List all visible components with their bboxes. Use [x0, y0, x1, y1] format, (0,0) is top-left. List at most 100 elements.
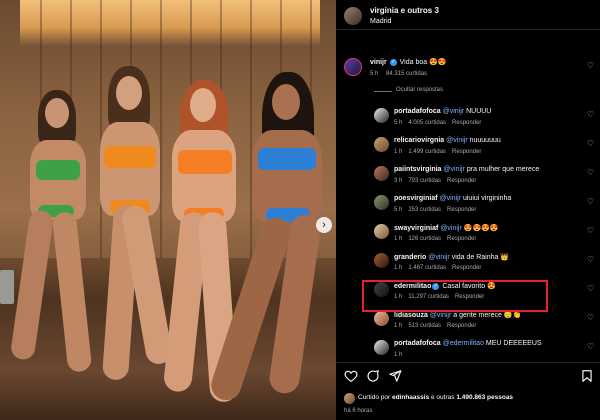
comment-meta: 3 h 793 curtidas Responder — [394, 178, 482, 184]
comment-user[interactable]: portadafofoca — [394, 340, 441, 347]
comment-user[interactable]: granderio — [394, 254, 426, 261]
comment-meta: 5 h 253 curtidas Responder — [394, 207, 482, 213]
comment-likes[interactable]: 793 curtidas — [408, 178, 441, 184]
heart-icon[interactable] — [344, 369, 358, 383]
share-icon[interactable] — [388, 369, 402, 383]
next-photo-button[interactable]: › — [316, 217, 332, 233]
action-bar: Curtido por edinhaassis e outras 1.490.8… — [336, 362, 600, 420]
heart-icon[interactable]: ♡ — [587, 226, 594, 235]
sauna-bucket — [0, 270, 14, 304]
comment-time: 1 h — [394, 236, 403, 242]
heart-icon[interactable]: ♡ — [587, 61, 594, 70]
comment-meta: 1 h 126 curtidas Responder — [394, 236, 482, 242]
heart-icon[interactable]: ♡ — [587, 313, 594, 322]
comment-likes[interactable]: 1.499 curtidas — [408, 149, 446, 155]
reply-line: granderio @vinijr vida de Rainha 👑 — [394, 253, 509, 261]
heart-icon[interactable]: ♡ — [587, 255, 594, 264]
avatar[interactable] — [374, 195, 389, 210]
mention-link[interactable]: @vinijr — [428, 254, 451, 261]
reply-button[interactable]: Responder — [447, 236, 476, 242]
reply-line: portadafofoca @vinijr NUUUU — [394, 108, 491, 115]
comment-text: vida de Rainha 👑 — [451, 254, 510, 261]
post-location[interactable]: Madrid — [370, 18, 391, 25]
mention-link[interactable]: @edermilitao — [443, 340, 486, 347]
comment-icon[interactable] — [366, 369, 380, 383]
post-photo[interactable]: › — [0, 0, 336, 420]
heart-icon[interactable]: ♡ — [587, 139, 594, 148]
reply-line: swayvirginiaf @vinijr 😍😍😍😍 — [394, 224, 499, 232]
comment-text: 😍😍😍😍 — [463, 225, 499, 232]
comment-likes[interactable]: 253 curtidas — [408, 207, 441, 213]
heart-icon[interactable]: ♡ — [587, 168, 594, 177]
comment-likes[interactable]: 1.487 curtidas — [408, 265, 446, 271]
post-author[interactable]: virginia e outros 3 — [370, 6, 439, 15]
avatar[interactable] — [344, 393, 355, 404]
comment-text: uiuiui virgininha — [462, 195, 512, 202]
avatar[interactable] — [374, 340, 389, 355]
comment-time: 1 h — [394, 149, 403, 155]
comment-meta: 1 h 513 curtidas Responder — [394, 323, 482, 329]
hide-replies-button[interactable]: Ocultar respostas — [396, 87, 443, 93]
comment-meta: 1 h 1.499 curtidas Responder — [394, 149, 487, 155]
avatar[interactable] — [374, 137, 389, 152]
reply-button[interactable]: Responder — [447, 323, 476, 329]
chevron-right-icon: › — [322, 219, 326, 231]
comment-user[interactable]: swayvirginiaf — [394, 225, 438, 232]
comment-meta: 5 h 4.005 curtidas Responder — [394, 120, 487, 126]
comment-meta: 1 h — [394, 352, 408, 358]
comment-user[interactable]: portadafofoca — [394, 108, 441, 115]
avatar[interactable] — [374, 166, 389, 181]
comment-time: 1 h — [394, 265, 403, 271]
avatar[interactable] — [374, 311, 389, 326]
heart-icon[interactable]: ♡ — [587, 197, 594, 206]
reply-button[interactable]: Responder — [447, 178, 476, 184]
comment-user[interactable]: relicariovirgnia — [394, 137, 444, 144]
mention-link[interactable]: @vinijr — [443, 108, 466, 115]
heart-icon[interactable]: ♡ — [587, 342, 594, 351]
comment-time: 5 h — [394, 120, 403, 126]
reply-button[interactable]: Responder — [452, 120, 481, 126]
reply-line: relicariovirgnia @vinijr nuuuuuuu — [394, 137, 501, 144]
avatar[interactable] — [344, 7, 362, 25]
comment-user[interactable]: vinijr — [370, 59, 387, 66]
highlight-box — [362, 280, 548, 312]
top-comment: vinijr ✓ Vida boa 😍😍 — [370, 58, 447, 66]
avatar[interactable] — [374, 253, 389, 268]
comment-text: pra mulher que merece — [466, 166, 540, 173]
avatar[interactable] — [344, 58, 362, 76]
comment-user[interactable]: lidiasouza — [394, 312, 428, 319]
bookmark-icon[interactable] — [580, 369, 594, 383]
comment-likes[interactable]: 4.005 curtidas — [408, 120, 446, 126]
mention-link[interactable]: @vinijr — [446, 137, 469, 144]
reply-line: portadafofoca @edermilitao MEU DEEEEEUS — [394, 340, 542, 347]
comment-time: 5 h — [394, 207, 403, 213]
mention-link[interactable]: @vinijr — [443, 166, 466, 173]
verified-icon: ✓ — [389, 58, 397, 66]
post-header: virginia e outros 3 Madrid — [336, 0, 600, 30]
mention-link[interactable]: @vinijr — [440, 195, 463, 202]
mention-link[interactable]: @vinijr — [430, 312, 453, 319]
liked-by: Curtido por edinhaassis e outras 1.490.8… — [358, 394, 514, 401]
heart-icon[interactable]: ♡ — [587, 284, 594, 293]
comment-text: nuuuuuuu — [469, 137, 501, 144]
comment-thread[interactable]: vinijr ✓ Vida boa 😍😍 5 h 84.315 curtidas… — [336, 30, 600, 362]
post-time: há 6 horas — [344, 408, 373, 414]
comment-likes[interactable]: 126 curtidas — [408, 236, 441, 242]
sauna-ceiling-light — [20, 0, 320, 46]
comment-likes[interactable]: 513 curtidas — [408, 323, 441, 329]
reply-line: poesvirginiaf @vinijr uiuiui virgininha — [394, 195, 511, 202]
avatar[interactable] — [374, 224, 389, 239]
comment-time: 1 h — [394, 323, 403, 329]
reply-line: paiintsvirginia @vinijr pra mulher que m… — [394, 166, 539, 173]
heart-icon[interactable]: ♡ — [587, 110, 594, 119]
comment-user[interactable]: poesvirginiaf — [394, 195, 438, 202]
comment-time: 3 h — [394, 178, 403, 184]
avatar[interactable] — [374, 108, 389, 123]
reply-button[interactable]: Responder — [452, 149, 481, 155]
mention-link[interactable]: @vinijr — [440, 225, 463, 232]
comment-meta: 5 h 84.315 curtidas — [370, 71, 428, 77]
comment-user[interactable]: paiintsvirginia — [394, 166, 441, 173]
comment-text: MEU DEEEEEUS — [485, 340, 542, 347]
reply-button[interactable]: Responder — [452, 265, 481, 271]
reply-button[interactable]: Responder — [447, 207, 476, 213]
